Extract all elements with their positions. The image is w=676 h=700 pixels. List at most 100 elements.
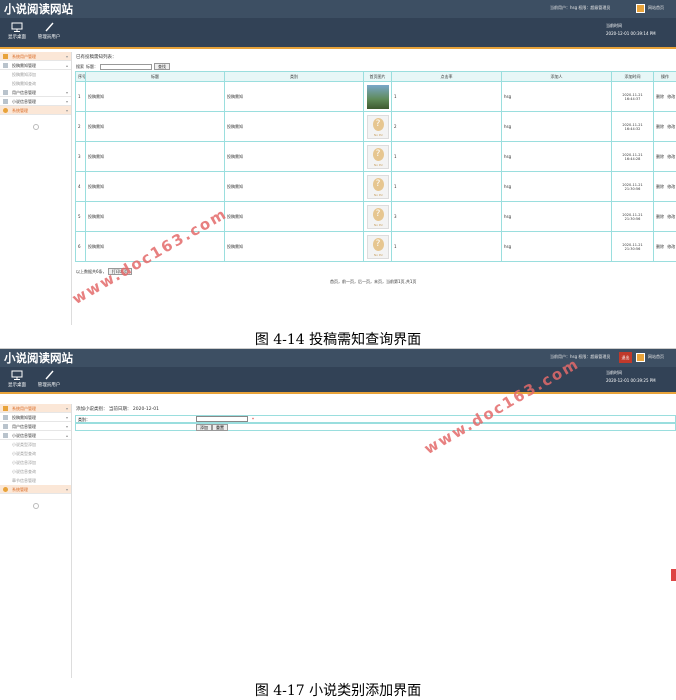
row-actions[interactable]: 删除 修改 [653, 111, 676, 142]
table-header-cell: 序号 [75, 71, 86, 82]
search-input[interactable] [100, 63, 152, 70]
home-link[interactable]: 网站首页 [648, 5, 664, 11]
monitor-icon [11, 22, 23, 32]
table-row: 4 投稿需知 投稿需知? No Pic 1 hsg 2020-11-21 21:30:56 删… [75, 171, 676, 202]
sidebar-item-user-info[interactable]: 用户信息管理 ▾ [0, 422, 71, 431]
row-number: 2 [75, 111, 86, 142]
home-icon[interactable] [636, 353, 645, 362]
sidebar-sub-notice-query[interactable]: 投稿需知查询 [0, 79, 71, 88]
table-header-cell: 类别 [224, 71, 364, 82]
row-image [363, 81, 392, 112]
row-actions[interactable]: 删除 修改 [653, 81, 676, 112]
sidebar-sub-type-add[interactable]: 小说类型添加 [0, 440, 71, 449]
sidebar-item-user-info[interactable]: 用户信息管理 ▾ [0, 88, 71, 97]
search-bar: 搜索 标题： 查找 [76, 63, 674, 70]
row-image: ? No Pic [363, 171, 392, 202]
sidebar-item-notice[interactable]: 投稿需知管理 ▴ [0, 61, 71, 70]
row-clicks: 1 [391, 141, 502, 172]
table-row: 5 投稿需知 投稿需知? No Pic 3 hsg 2020-11-21 21:30:56 删… [75, 201, 676, 232]
no-pic-text: No Pic [373, 162, 384, 167]
sidebar-item-system[interactable]: 系统管理 ▾ [0, 106, 71, 115]
side-float-tab[interactable] [671, 569, 676, 581]
no-picture-placeholder: ? No Pic [366, 144, 389, 169]
breadcrumb: 已有投稿需知列表： [76, 55, 117, 60]
category-input[interactable] [196, 416, 248, 422]
sidebar-item-novel-info[interactable]: 小说信息管理 ▾ [0, 97, 71, 106]
row-clicks: 2 [391, 111, 502, 142]
caption-figure-4-17: 图 4-17 小说类别添加界面 [254, 683, 422, 699]
table-header-cell: 首页图片 [363, 71, 392, 82]
sidebar-collapse-button[interactable] [0, 494, 71, 509]
pagination[interactable]: 首页，前一页，后一页，末页，当前第1页,共1页 [330, 279, 416, 285]
row-time: 2020-11-21 21:30:56 [611, 231, 654, 262]
row-author: hsg [501, 81, 612, 112]
row-title: 投稿需知 [85, 171, 225, 202]
add-button[interactable]: 添加 [196, 424, 212, 431]
exit-button[interactable]: 退出 [619, 352, 632, 363]
sidebar-item-system-users[interactable]: 系统用户管理 ▾ [0, 404, 71, 413]
search-button[interactable]: 查找 [154, 63, 170, 70]
gear-icon [3, 108, 8, 113]
user-info: 当前用户：hsg 权限：超级管理员 [550, 5, 611, 10]
chevron-down-icon: ▾ [65, 90, 68, 95]
show-desktop-label: 显示桌面 [8, 383, 26, 388]
row-actions[interactable]: 删除 修改 [653, 231, 676, 262]
sidebar-item-system[interactable]: 系统管理 ▾ [0, 485, 71, 494]
table-row: 3 投稿需知 投稿需知? No Pic 1 hsg 2020-11-21 16:44:28 删… [75, 141, 676, 172]
question-icon: ? [372, 207, 384, 221]
row-actions[interactable]: 删除 修改 [653, 201, 676, 232]
row-clicks: 1 [391, 231, 502, 262]
sidebar-item-system-users[interactable]: 系统用户管理 ▾ [0, 52, 71, 61]
caption-figure-4-14: 图 4-14 投稿需知查询界面 [254, 332, 422, 348]
accent-line [0, 47, 676, 49]
admin-users-label: 管理员用户 [37, 383, 61, 388]
folder-icon [3, 415, 8, 420]
sidebar-sub-type-query[interactable]: 小说类型查询 [0, 449, 71, 458]
sidebar-item-notice[interactable]: 投稿需知管理 ▾ [0, 413, 71, 422]
row-clicks: 1 [391, 81, 502, 112]
time-label: 当前时间 [606, 23, 622, 28]
admin-users-button[interactable]: 管理员用户 [32, 22, 66, 40]
admin-users-button[interactable]: 管理员用户 [32, 370, 66, 388]
folder-icon [3, 63, 8, 68]
sidebar-sub-novel-query[interactable]: 小说信息查询 [0, 467, 71, 476]
row-actions[interactable]: 删除 修改 [653, 171, 676, 202]
row-author: hsg [501, 201, 612, 232]
main-content: 已有投稿需知列表： 搜索 标题： 查找 [76, 54, 674, 70]
sidebar-sub-notice-add[interactable]: 投稿需知添加 [0, 70, 71, 79]
folder-icon [3, 433, 8, 438]
sidebar-sub-chapter[interactable]: 章节信息管理 [0, 476, 71, 485]
question-icon: ? [372, 117, 384, 131]
sidebar-sub-novel-add[interactable]: 小说信息添加 [0, 458, 71, 467]
question-icon: ? [372, 237, 384, 251]
row-actions[interactable]: 删除 修改 [653, 141, 676, 172]
gear-icon [3, 487, 8, 492]
chevron-up-icon: ▴ [65, 433, 68, 438]
row-number: 4 [75, 171, 86, 202]
user-info: 当前用户：hsg 权限：超级管理员 [550, 354, 611, 359]
question-icon: ? [372, 147, 384, 161]
top-bar: 小说阅读网站 当前用户：hsg 权限：超级管理员 网站首页 [0, 0, 676, 18]
row-image: ? No Pic [363, 141, 392, 172]
table-header-cell: 点击率 [391, 71, 502, 82]
no-picture-placeholder: ? No Pic [366, 114, 389, 139]
chevron-down-icon: ▾ [65, 99, 68, 104]
home-link[interactable]: 网站首页 [648, 354, 664, 360]
row-image: ? No Pic [363, 201, 392, 232]
no-picture-placeholder: ? No Pic [366, 204, 389, 229]
reset-button[interactable]: 重置 [212, 424, 228, 431]
row-author: hsg [501, 171, 612, 202]
home-icon[interactable] [636, 4, 645, 13]
show-desktop-button[interactable]: 显示桌面 [0, 22, 34, 40]
row-category: 投稿需知 [224, 81, 364, 112]
sidebar-collapse-button[interactable] [0, 115, 71, 130]
row-time: 2020-11-21 16:44:28 [611, 141, 654, 172]
pencil-icon [45, 370, 54, 380]
show-desktop-button[interactable]: 显示桌面 [0, 370, 34, 388]
row-title: 投稿需知 [85, 141, 225, 172]
row-number: 5 [75, 201, 86, 232]
sidebar: 系统用户管理 ▾ 投稿需知管理 ▾ 用户信息管理 ▾ 小说信息管理 ▴ 小说类型添加 小… [0, 404, 72, 678]
chevron-down-icon: ▾ [65, 487, 68, 492]
folder-icon [3, 99, 8, 104]
sidebar-item-novel-info[interactable]: 小说信息管理 ▴ [0, 431, 71, 440]
